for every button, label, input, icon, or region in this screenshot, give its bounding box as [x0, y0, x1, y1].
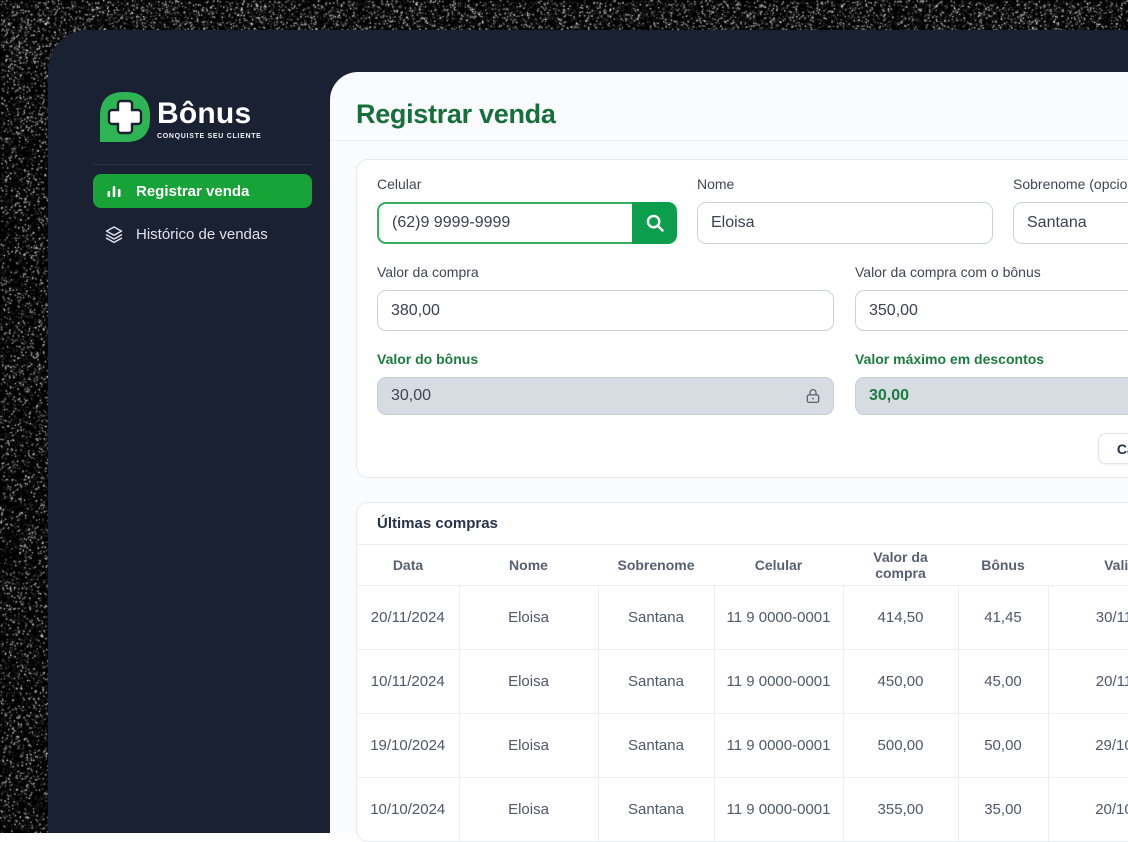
- form-row-3: Valor do bônus Valor máximo em: [377, 351, 1128, 415]
- valor-compra-bonus-label: Valor da compra com o bônus: [855, 264, 1128, 281]
- sobrenome-field-group: Sobrenome (opcional): [1013, 176, 1128, 244]
- table-cell: 450,00: [843, 649, 958, 713]
- column-header: Valor da compra: [843, 545, 958, 585]
- main-panel: Registrar venda Celular: [330, 72, 1128, 833]
- column-header: Bônus: [958, 545, 1048, 585]
- cancel-button[interactable]: Cancelar: [1098, 433, 1128, 464]
- nome-field-group: Nome: [697, 176, 993, 244]
- table-cell: 11 9 0000-0001: [714, 713, 843, 777]
- nome-input[interactable]: [697, 202, 993, 244]
- table-cell: 11 9 0000-0001: [714, 649, 843, 713]
- valor-compra-label: Valor da compra: [377, 264, 834, 281]
- table-cell: 19/10/2024: [357, 713, 459, 777]
- table-cell: 20/10/2024: [1048, 777, 1128, 841]
- table-cell: 355,00: [843, 777, 958, 841]
- sidebar-item-label: Registrar venda: [136, 183, 249, 200]
- valor-bonus-label: Valor do bônus: [377, 351, 834, 368]
- table-cell: Eloisa: [459, 713, 598, 777]
- table-cell: Eloisa: [459, 777, 598, 841]
- table-cell: Eloisa: [459, 585, 598, 649]
- valor-max-descontos-label: Valor máximo em descontos: [855, 351, 1128, 368]
- table-row: 19/10/2024EloisaSantana11 9 0000-0001500…: [357, 713, 1128, 777]
- valor-max-descontos-input: [855, 377, 1128, 415]
- table-cell: 500,00: [843, 713, 958, 777]
- table-cell: 45,00: [958, 649, 1048, 713]
- table-header-row: DataNomeSobrenomeCelularValor da compraB…: [357, 545, 1128, 585]
- valor-max-descontos-field-group: Valor máximo em descontos: [855, 351, 1128, 415]
- table-cell: Santana: [598, 649, 714, 713]
- table-cell: Santana: [598, 777, 714, 841]
- search-icon: [644, 212, 666, 234]
- table-cell: 29/10/2024: [1048, 713, 1128, 777]
- table-cell: 10/10/2024: [357, 777, 459, 841]
- sidebar-divider: [93, 164, 312, 165]
- form-row-2: Valor da compra Valor da compra com o bô…: [377, 264, 1128, 331]
- sale-form-card: Celular N: [356, 159, 1128, 478]
- form-row-1: Celular N: [377, 176, 1128, 244]
- valor-compra-bonus-field-group: Valor da compra com o bônus: [855, 264, 1128, 331]
- plus-logo-icon: [100, 92, 150, 142]
- celular-label: Celular: [377, 176, 677, 193]
- table-cell: Eloisa: [459, 649, 598, 713]
- page-title: Registrar venda: [356, 99, 1128, 130]
- table-row: 10/11/2024EloisaSantana11 9 0000-0001450…: [357, 649, 1128, 713]
- sidebar-item-registrar-venda[interactable]: Registrar venda: [93, 174, 312, 208]
- table-cell: 50,00: [958, 713, 1048, 777]
- valor-bonus-field-group: Valor do bônus: [377, 351, 834, 415]
- purchases-table: DataNomeSobrenomeCelularValor da compraB…: [357, 545, 1128, 841]
- table-cell: Santana: [598, 585, 714, 649]
- celular-field-group: Celular: [377, 176, 677, 244]
- table-cell: 41,45: [958, 585, 1048, 649]
- app-window: Bônus CONQUISTE SEU CLIENTE Registrar ve…: [48, 30, 1128, 833]
- column-header: Sobrenome: [598, 545, 714, 585]
- valor-compra-field-group: Valor da compra: [377, 264, 834, 331]
- sidebar-nav: Registrar venda Histórico de vendas: [93, 174, 312, 251]
- page-header: Registrar venda: [330, 72, 1128, 130]
- column-header: Validade: [1048, 545, 1128, 585]
- table-cell: 30/11/2024: [1048, 585, 1128, 649]
- table-cell: 10/11/2024: [357, 649, 459, 713]
- sidebar-item-label: Histórico de vendas: [136, 226, 268, 243]
- column-header: Celular: [714, 545, 843, 585]
- last-purchases-card: Últimas compras DataNomeSobrenomeCelular…: [356, 502, 1128, 842]
- brand-tagline: CONQUISTE SEU CLIENTE: [157, 133, 262, 140]
- table-row: 20/11/2024EloisaSantana11 9 0000-0001414…: [357, 585, 1128, 649]
- column-header: Nome: [459, 545, 598, 585]
- table-cell: 20/11/2024: [1048, 649, 1128, 713]
- sobrenome-input[interactable]: [1013, 202, 1128, 244]
- valor-compra-input[interactable]: [377, 290, 834, 331]
- table-cell: Santana: [598, 713, 714, 777]
- valor-bonus-input: [377, 377, 834, 415]
- brand-text: Bônus CONQUISTE SEU CLIENTE: [157, 99, 262, 140]
- table-title: Últimas compras: [357, 503, 1128, 545]
- column-header: Data: [357, 545, 459, 585]
- brand-name: Bônus: [157, 99, 262, 129]
- layers-icon: [105, 225, 123, 243]
- form-actions: Cancelar: [377, 433, 1128, 464]
- search-button[interactable]: [632, 202, 677, 244]
- celular-input[interactable]: [377, 202, 632, 244]
- table-cell: 35,00: [958, 777, 1048, 841]
- table-cell: 11 9 0000-0001: [714, 585, 843, 649]
- table-cell: 11 9 0000-0001: [714, 777, 843, 841]
- sidebar: Bônus CONQUISTE SEU CLIENTE Registrar ve…: [48, 30, 330, 833]
- table-row: 10/10/2024EloisaSantana11 9 0000-0001355…: [357, 777, 1128, 841]
- header-divider: [330, 140, 1128, 141]
- sidebar-item-historico-de-vendas[interactable]: Histórico de vendas: [93, 217, 312, 251]
- bar-chart-icon: [105, 182, 123, 200]
- lock-icon: [804, 387, 822, 405]
- valor-compra-bonus-input[interactable]: [855, 290, 1128, 331]
- nome-label: Nome: [697, 176, 993, 193]
- brand-logo: Bônus CONQUISTE SEU CLIENTE: [100, 92, 330, 142]
- table-cell: 20/11/2024: [357, 585, 459, 649]
- table-cell: 414,50: [843, 585, 958, 649]
- sobrenome-label: Sobrenome (opcional): [1013, 176, 1128, 193]
